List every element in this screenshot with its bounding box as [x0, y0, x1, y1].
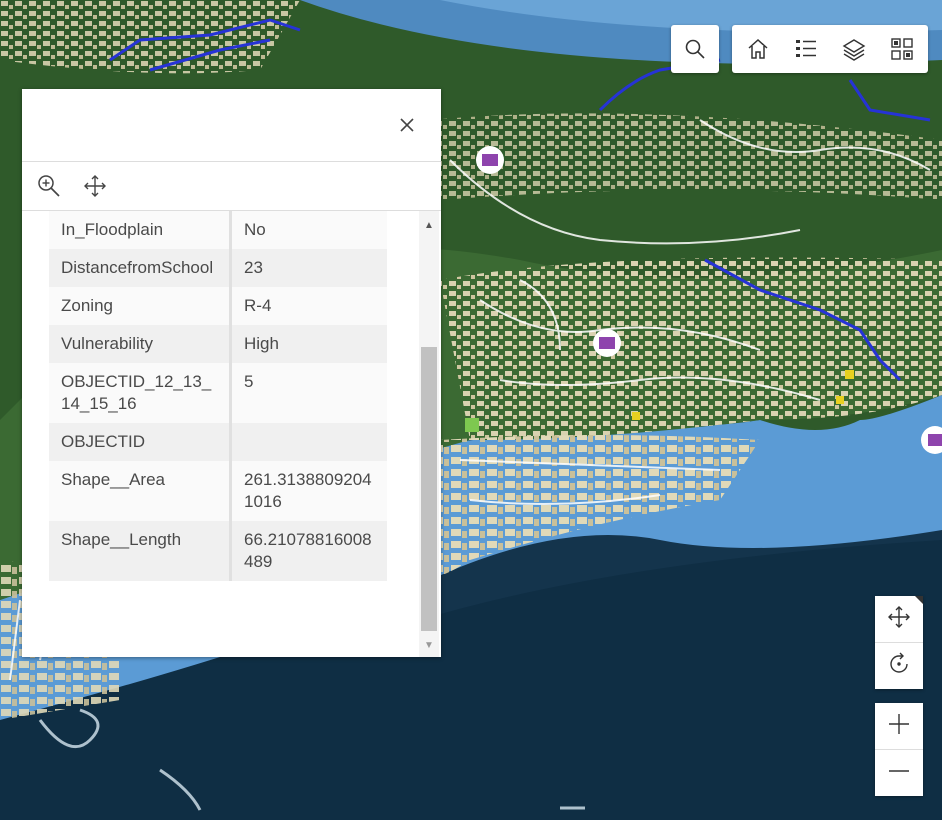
popup-scrollbar[interactable]: ▲ ▼ [419, 211, 439, 657]
field-name: In_Floodplain [49, 211, 232, 249]
field-value: No [244, 220, 266, 239]
pan-icon [887, 605, 911, 634]
field-value: 66.21078816008489 [244, 530, 372, 571]
table-row: DistancefromSchool 23 [49, 249, 387, 287]
field-name: DistancefromSchool [49, 249, 232, 287]
scrollbar-thumb[interactable] [421, 347, 437, 631]
rotate-mode-button[interactable] [875, 643, 923, 689]
rotate-icon [887, 652, 911, 681]
scroll-down-arrow-icon[interactable]: ▼ [419, 637, 439, 653]
field-name: Shape__Length [49, 521, 232, 581]
table-row: Vulnerability High [49, 325, 387, 363]
close-icon[interactable] [395, 113, 419, 137]
search-icon[interactable] [671, 25, 719, 73]
popup-actions [22, 162, 441, 211]
zoom-to-icon[interactable] [32, 169, 66, 203]
school-marker [476, 146, 504, 174]
search-widget[interactable] [671, 25, 719, 73]
feature-popup: In_Floodplain No DistancefromSchool 23 Z… [22, 89, 441, 657]
field-name: Shape__Area [49, 461, 232, 521]
home-icon[interactable] [734, 25, 782, 73]
popup-content[interactable]: In_Floodplain No DistancefromSchool 23 Z… [22, 211, 441, 657]
table-row: OBJECTID_12_13_14_15_16 5 [49, 363, 387, 423]
navigation-toggle [875, 596, 923, 689]
pan-icon[interactable] [78, 169, 112, 203]
basemap-gallery-icon[interactable] [878, 25, 926, 73]
field-name: OBJECTID_12_13_14_15_16 [49, 363, 232, 423]
zoom-in-button[interactable] [875, 703, 923, 749]
zoom-control [875, 703, 923, 796]
table-row: Zoning R-4 [49, 287, 387, 325]
field-value: 261.31388092041016 [244, 470, 372, 511]
table-row: Shape__Length 66.21078816008489 [49, 521, 387, 581]
field-value: 5 [244, 372, 254, 391]
zoom-out-icon [887, 759, 911, 788]
popup-header [22, 89, 441, 162]
layers-icon[interactable] [830, 25, 878, 73]
corner-indicator [915, 596, 923, 604]
scroll-up-arrow-icon[interactable]: ▲ [419, 217, 439, 233]
map-toolbar [732, 25, 928, 73]
legend-icon[interactable] [782, 25, 830, 73]
table-row: Shape__Area 261.31388092041016 [49, 461, 387, 521]
field-name: Vulnerability [49, 325, 232, 363]
field-value: High [244, 334, 279, 353]
field-name: Zoning [49, 287, 232, 325]
zoom-out-button[interactable] [875, 750, 923, 796]
field-value: R-4 [244, 296, 272, 315]
table-row: OBJECTID [49, 423, 387, 461]
table-row: In_Floodplain No [49, 211, 387, 249]
field-value [232, 423, 387, 461]
zoom-in-icon [887, 712, 911, 741]
field-value: 23 [244, 258, 263, 277]
attribute-table: In_Floodplain No DistancefromSchool 23 Z… [49, 211, 387, 581]
field-name: OBJECTID [49, 423, 232, 461]
